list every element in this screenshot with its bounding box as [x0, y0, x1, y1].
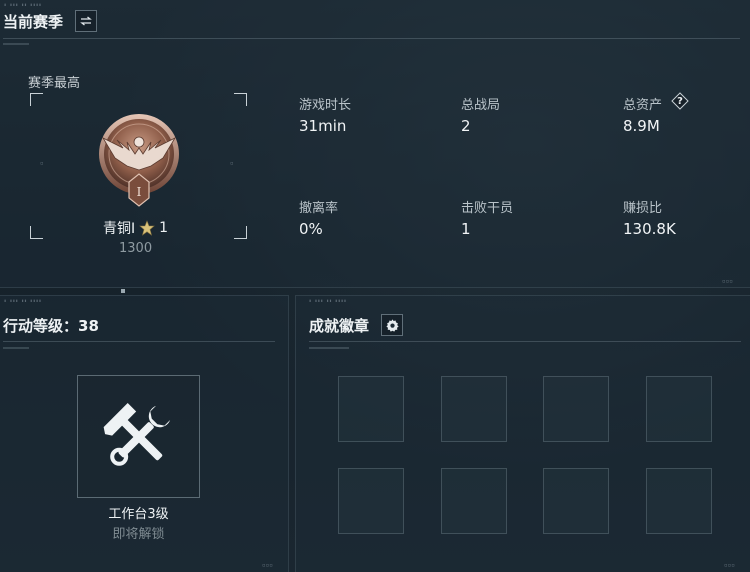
badge-slot[interactable]: [646, 376, 712, 442]
panel-corner-decor: ▫▫▫: [724, 562, 735, 569]
hammer-wrench-icon: [103, 403, 171, 466]
season-best-label: 赛季最高: [28, 76, 81, 91]
stat-label: 总资产: [623, 98, 663, 113]
panel-decor-bar: [309, 347, 349, 349]
badge-slot[interactable]: [338, 376, 404, 442]
badge-slot[interactable]: [441, 468, 507, 534]
unlock-status: 即将解锁: [112, 527, 165, 542]
panel-separator-dot: [121, 289, 125, 293]
stat-value: 8.9M: [623, 117, 660, 135]
frame-corner: [234, 226, 247, 239]
achievements-title: 成就徽章: [309, 317, 370, 335]
stat-value: 31min: [299, 117, 347, 135]
achievements-settings-button[interactable]: [381, 314, 403, 336]
panel-decor-bar: [3, 347, 29, 349]
panel-decor-text: ▮ ▮▮▮ ▮▮ ▮▮▮▮: [309, 298, 347, 303]
workbench-label: 工作台3级: [108, 507, 169, 522]
help-button[interactable]: ?: [671, 92, 689, 110]
frame-tick: ▫: [230, 160, 234, 167]
rank-numeral: I: [137, 185, 142, 199]
rank-name: 青铜I: [103, 221, 136, 237]
rank-score: 1300: [119, 241, 153, 256]
stat-label: 游戏时长: [299, 98, 352, 113]
badge-slot[interactable]: [543, 376, 609, 442]
panel-decor-text: ▮ ▮▮▮ ▮▮ ▮▮▮▮: [4, 298, 42, 303]
profile-screen: ▮ ▮▮▮ ▮▮ ▮▮▮▮ 当前赛季 赛季最高 ▫ ▫ I 青铜I 1 1300…: [0, 0, 750, 572]
frame-corner: [30, 93, 43, 106]
season-panel: ▮ ▮▮▮ ▮▮ ▮▮▮▮ 当前赛季 赛季最高 ▫ ▫ I 青铜I 1 1300…: [0, 0, 750, 288]
stat-value: 130.8K: [623, 220, 676, 238]
title-divider: [3, 341, 275, 342]
badge-slot[interactable]: [646, 468, 712, 534]
action-level-title: 行动等级：38: [3, 317, 99, 335]
panel-decor-text: ▮ ▮▮▮ ▮▮ ▮▮▮▮: [4, 2, 42, 7]
workbench-card[interactable]: [77, 375, 200, 498]
badge-slot[interactable]: [338, 468, 404, 534]
stat-value: 1: [461, 220, 471, 238]
season-title: 当前赛季: [3, 13, 64, 31]
action-level-panel: ▮ ▮▮▮ ▮▮ ▮▮▮▮ 行动等级：38 工作台3级 即将解锁 ▫▫▫: [0, 295, 289, 572]
bronze-rank-medal-icon: I: [99, 114, 179, 207]
stat-label: 击败干员: [461, 201, 514, 216]
panel-decor-bar: [3, 43, 29, 45]
stat-value: 0%: [299, 220, 323, 238]
frame-tick: ▫: [40, 160, 44, 167]
stat-value: 2: [461, 117, 471, 135]
panel-corner-decor: ▫▫▫: [262, 562, 273, 569]
frame-corner: [234, 93, 247, 106]
stat-label: 赚损比: [623, 201, 663, 216]
badge-slot[interactable]: [441, 376, 507, 442]
achievements-panel: ▮ ▮▮▮ ▮▮ ▮▮▮▮ 成就徽章 ▫▫▫: [295, 295, 750, 572]
title-divider: [3, 38, 740, 39]
switch-season-button[interactable]: [75, 10, 97, 32]
badge-slot[interactable]: [543, 468, 609, 534]
panel-corner-decor: ▫▫▫: [722, 278, 733, 285]
stat-label: 总战局: [461, 98, 501, 113]
stat-label: 撤离率: [299, 201, 339, 216]
title-divider: [309, 341, 741, 342]
rank-name-row: 青铜I 1: [103, 218, 168, 238]
rank-stars: 1: [159, 220, 169, 236]
gear-icon: [385, 318, 399, 332]
help-icon: ?: [677, 95, 683, 107]
star-icon: [139, 220, 155, 236]
swap-arrows-icon: [80, 16, 92, 26]
frame-corner: [30, 226, 43, 239]
